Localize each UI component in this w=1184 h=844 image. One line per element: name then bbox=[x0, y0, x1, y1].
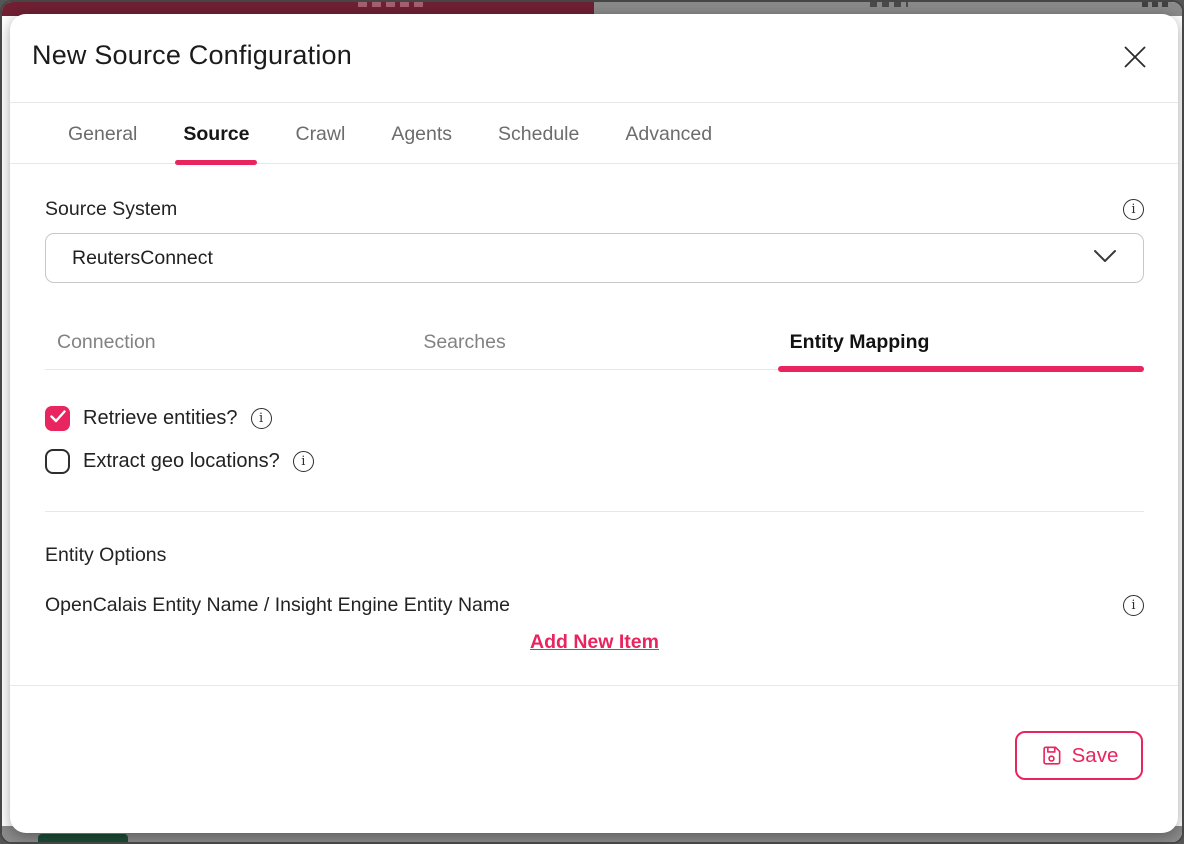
extract-geo-checkbox[interactable] bbox=[45, 449, 70, 474]
tab-general[interactable]: General bbox=[58, 103, 147, 163]
extract-geo-row: Extract geo locations? i bbox=[45, 449, 1144, 474]
chevron-down-icon bbox=[1093, 249, 1117, 268]
new-source-configuration-dialog: New Source Configuration General Source … bbox=[10, 14, 1178, 833]
backdrop-text-remnant bbox=[1142, 2, 1168, 7]
backdrop-text-remnant bbox=[870, 2, 908, 7]
subtab-connection[interactable]: Connection bbox=[45, 323, 411, 369]
entity-mapping-label-row: OpenCalais Entity Name / Insight Engine … bbox=[45, 594, 1144, 617]
backdrop-text-remnant bbox=[358, 2, 424, 7]
dialog-footer: Save bbox=[10, 685, 1178, 812]
add-new-item-link[interactable]: Add New Item bbox=[530, 631, 659, 653]
subtab-searches[interactable]: Searches bbox=[411, 323, 777, 369]
entity-options-heading: Entity Options bbox=[45, 544, 1144, 567]
tab-schedule[interactable]: Schedule bbox=[488, 103, 589, 163]
add-new-item-row: Add New Item bbox=[45, 631, 1144, 654]
source-system-label-row: Source System i bbox=[45, 198, 1144, 221]
dialog-tab-bar: General Source Crawl Agents Schedule Adv… bbox=[10, 103, 1178, 164]
section-divider bbox=[45, 511, 1144, 512]
dialog-title: New Source Configuration bbox=[32, 40, 352, 71]
app-window: New Source Configuration General Source … bbox=[0, 0, 1184, 844]
retrieve-entities-label: Retrieve entities? bbox=[83, 407, 238, 430]
source-system-select[interactable]: ReutersConnect bbox=[45, 233, 1144, 283]
tab-advanced[interactable]: Advanced bbox=[615, 103, 722, 163]
info-icon[interactable]: i bbox=[1123, 199, 1144, 220]
save-button-label: Save bbox=[1072, 744, 1119, 768]
entity-mapping-label: OpenCalais Entity Name / Insight Engine … bbox=[45, 594, 510, 617]
extract-geo-label: Extract geo locations? bbox=[83, 450, 280, 473]
tab-crawl[interactable]: Crawl bbox=[285, 103, 355, 163]
tab-agents[interactable]: Agents bbox=[381, 103, 462, 163]
backdrop-green-button bbox=[38, 834, 128, 842]
save-icon bbox=[1040, 744, 1063, 767]
save-button[interactable]: Save bbox=[1015, 731, 1143, 780]
close-button[interactable] bbox=[1120, 42, 1150, 72]
dialog-header: New Source Configuration bbox=[10, 14, 1178, 103]
subtab-entity-mapping[interactable]: Entity Mapping bbox=[778, 323, 1144, 369]
source-subtab-bar: Connection Searches Entity Mapping bbox=[45, 323, 1144, 370]
info-icon[interactable]: i bbox=[251, 408, 272, 429]
check-icon bbox=[50, 410, 66, 428]
info-icon[interactable]: i bbox=[293, 451, 314, 472]
source-system-selected-value: ReutersConnect bbox=[72, 247, 213, 270]
close-icon bbox=[1122, 44, 1148, 70]
tab-source[interactable]: Source bbox=[173, 103, 259, 163]
retrieve-entities-checkbox[interactable] bbox=[45, 406, 70, 431]
retrieve-entities-row: Retrieve entities? i bbox=[45, 406, 1144, 431]
tab-panel-source: Source System i ReutersConnect Connectio… bbox=[10, 198, 1178, 654]
info-icon[interactable]: i bbox=[1123, 595, 1144, 616]
source-system-label: Source System bbox=[45, 198, 177, 221]
